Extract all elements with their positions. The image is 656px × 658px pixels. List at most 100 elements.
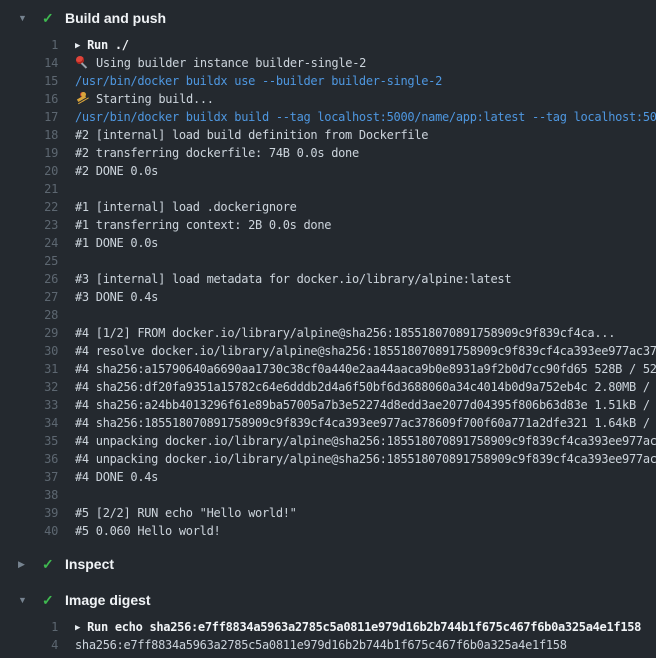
line-text: Using builder instance builder-single-2 bbox=[75, 54, 366, 72]
line-number[interactable]: 16 bbox=[0, 90, 58, 108]
line-number[interactable]: 19 bbox=[0, 144, 58, 162]
log-line-36: 36 #4 unpacking docker.io/library/alpine… bbox=[0, 450, 656, 468]
line-number[interactable]: 38 bbox=[0, 486, 58, 504]
line-number[interactable]: 33 bbox=[0, 396, 58, 414]
line-number[interactable]: 29 bbox=[0, 324, 58, 342]
line-number[interactable]: 1 bbox=[0, 618, 58, 636]
line-text: #3 [internal] load metadata for docker.i… bbox=[75, 270, 511, 288]
line-number[interactable]: 21 bbox=[0, 180, 58, 198]
log-line-18: 18 #2 [internal] load build definition f… bbox=[0, 126, 656, 144]
line-number[interactable]: 26 bbox=[0, 270, 58, 288]
line-text: #2 DONE 0.0s bbox=[75, 162, 158, 180]
log-line-25: 25 bbox=[0, 252, 656, 270]
line-text: #1 DONE 0.0s bbox=[75, 234, 158, 252]
line-text[interactable]: ▶Run echo sha256:e7ff8834a5963a2785c5a08… bbox=[75, 618, 641, 636]
line-text: #4 resolve docker.io/library/alpine@sha2… bbox=[75, 342, 656, 360]
run-group-caret-icon[interactable]: ▶ bbox=[75, 37, 80, 54]
line-number[interactable]: 39 bbox=[0, 504, 58, 522]
section-caret-icon[interactable]: ▼ bbox=[18, 6, 42, 30]
line-text: Starting build... bbox=[75, 90, 214, 108]
line-number[interactable]: 14 bbox=[0, 54, 58, 72]
line-text: #4 [1/2] FROM docker.io/library/alpine@s… bbox=[75, 324, 615, 342]
section-header[interactable]: ▼ ✓ Build and push bbox=[0, 6, 656, 30]
log-line-39: 39 #5 [2/2] RUN echo "Hello world!" bbox=[0, 504, 656, 522]
section-title: Build and push bbox=[65, 10, 166, 26]
line-text: #1 transferring context: 2B 0.0s done bbox=[75, 216, 331, 234]
log-section-build-and-push: ▼ ✓ Build and push 1 ▶Run ./ 14 Using bu… bbox=[0, 6, 656, 540]
log-line-37: 37 #4 DONE 0.4s bbox=[0, 468, 656, 486]
line-number[interactable]: 40 bbox=[0, 522, 58, 540]
log-section-image-digest: ▼ ✓ Image digest 1 ▶Run echo sha256:e7ff… bbox=[0, 588, 656, 654]
log-line-31: 31 #4 sha256:a15790640a6690aa1730c38cf0a… bbox=[0, 360, 656, 378]
success-check-icon: ✓ bbox=[42, 552, 65, 576]
line-number[interactable]: 32 bbox=[0, 378, 58, 396]
line-number[interactable]: 34 bbox=[0, 414, 58, 432]
line-text: #4 sha256:a15790640a6690aa1730c38cf0a440… bbox=[75, 360, 656, 378]
log-line-24: 24 #1 DONE 0.0s bbox=[0, 234, 656, 252]
line-text: #4 sha256:a24bb4013296f61e89ba57005a7b3e… bbox=[75, 396, 656, 414]
log-line-1: 1 ▶Run echo sha256:e7ff8834a5963a2785c5a… bbox=[0, 618, 656, 636]
log-line-26: 26 #3 [internal] load metadata for docke… bbox=[0, 270, 656, 288]
log-line-28: 28 bbox=[0, 306, 656, 324]
line-text: /usr/bin/docker buildx use --builder bui… bbox=[75, 72, 442, 90]
log-line-17: 17 /usr/bin/docker buildx build --tag lo… bbox=[0, 108, 656, 126]
log-line-14: 14 Using builder instance builder-single… bbox=[0, 54, 656, 72]
line-text: #5 0.060 Hello world! bbox=[75, 522, 220, 540]
log-line-21: 21 bbox=[0, 180, 656, 198]
line-text: #2 [internal] load build definition from… bbox=[75, 126, 428, 144]
section-caret-icon[interactable]: ▶ bbox=[18, 552, 42, 576]
line-text: sha256:e7ff8834a5963a2785c5a0811e979d16b… bbox=[75, 636, 567, 654]
log-line-38: 38 bbox=[0, 486, 656, 504]
line-number[interactable]: 25 bbox=[0, 252, 58, 270]
log-line-1: 1 ▶Run ./ bbox=[0, 36, 656, 54]
log-line-22: 22 #1 [internal] load .dockerignore bbox=[0, 198, 656, 216]
log-line-4: 4 sha256:e7ff8834a5963a2785c5a0811e979d1… bbox=[0, 636, 656, 654]
log-line-16: 16 Starting build... bbox=[0, 90, 656, 108]
line-text: #4 sha256:df20fa9351a15782c64e6dddb2d4a6… bbox=[75, 378, 656, 396]
line-number[interactable]: 4 bbox=[0, 636, 58, 654]
line-text: #4 unpacking docker.io/library/alpine@sh… bbox=[75, 432, 656, 450]
line-number[interactable]: 20 bbox=[0, 162, 58, 180]
line-number[interactable]: 23 bbox=[0, 216, 58, 234]
log-lines: 1 ▶Run ./ 14 Using builder instance buil… bbox=[0, 36, 656, 540]
log-line-35: 35 #4 unpacking docker.io/library/alpine… bbox=[0, 432, 656, 450]
log-line-20: 20 #2 DONE 0.0s bbox=[0, 162, 656, 180]
line-number[interactable]: 37 bbox=[0, 468, 58, 486]
log-line-40: 40 #5 0.060 Hello world! bbox=[0, 522, 656, 540]
line-number[interactable]: 22 bbox=[0, 198, 58, 216]
line-text: #2 transferring dockerfile: 74B 0.0s don… bbox=[75, 144, 359, 162]
line-number[interactable]: 17 bbox=[0, 108, 58, 126]
line-text: #4 unpacking docker.io/library/alpine@sh… bbox=[75, 450, 656, 468]
line-text: #4 sha256:185518070891758909c9f839cf4ca3… bbox=[75, 414, 656, 432]
line-number[interactable]: 31 bbox=[0, 360, 58, 378]
section-caret-icon[interactable]: ▼ bbox=[18, 588, 42, 612]
line-text: #5 [2/2] RUN echo "Hello world!" bbox=[75, 504, 297, 522]
log-line-29: 29 #4 [1/2] FROM docker.io/library/alpin… bbox=[0, 324, 656, 342]
line-number[interactable]: 15 bbox=[0, 72, 58, 90]
run-group-caret-icon[interactable]: ▶ bbox=[75, 619, 80, 636]
line-number[interactable]: 36 bbox=[0, 450, 58, 468]
log-line-15: 15 /usr/bin/docker buildx use --builder … bbox=[0, 72, 656, 90]
section-header[interactable]: ▶ ✓ Inspect bbox=[0, 552, 656, 576]
line-text[interactable]: ▶Run ./ bbox=[75, 36, 129, 54]
section-header[interactable]: ▼ ✓ Image digest bbox=[0, 588, 656, 612]
log-line-30: 30 #4 resolve docker.io/library/alpine@s… bbox=[0, 342, 656, 360]
line-text: #1 [internal] load .dockerignore bbox=[75, 198, 297, 216]
workflow-log: ▼ ✓ Build and push 1 ▶Run ./ 14 Using bu… bbox=[0, 6, 656, 654]
success-check-icon: ✓ bbox=[42, 6, 65, 30]
actions-log-page: { "colors": { "background": "#24292f", "… bbox=[0, 0, 656, 658]
pushpin-icon bbox=[75, 56, 89, 69]
log-line-32: 32 #4 sha256:df20fa9351a15782c64e6dddb2d… bbox=[0, 378, 656, 396]
success-check-icon: ✓ bbox=[42, 588, 65, 612]
line-number[interactable]: 35 bbox=[0, 432, 58, 450]
line-number[interactable]: 1 bbox=[0, 36, 58, 54]
section-title: Image digest bbox=[65, 592, 151, 608]
runner-icon bbox=[75, 92, 89, 105]
line-number[interactable]: 28 bbox=[0, 306, 58, 324]
line-number[interactable]: 27 bbox=[0, 288, 58, 306]
line-number[interactable]: 24 bbox=[0, 234, 58, 252]
line-number[interactable]: 18 bbox=[0, 126, 58, 144]
line-number[interactable]: 30 bbox=[0, 342, 58, 360]
log-line-27: 27 #3 DONE 0.4s bbox=[0, 288, 656, 306]
line-text: #4 DONE 0.4s bbox=[75, 468, 158, 486]
